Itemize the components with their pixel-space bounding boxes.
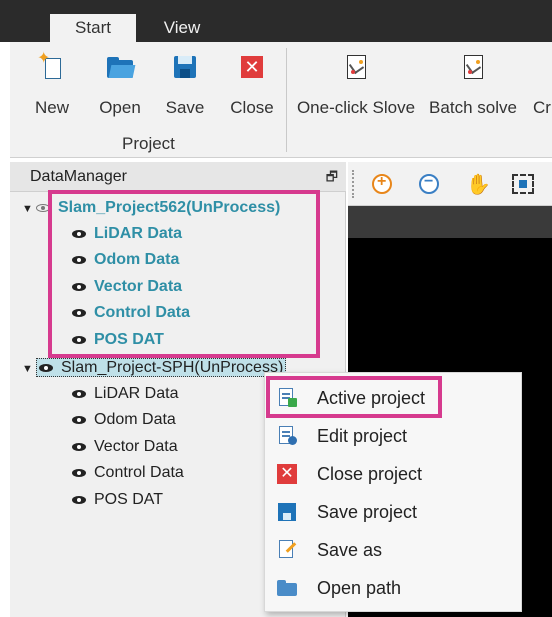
edit-project-icon bbox=[277, 426, 297, 446]
highlight-box-active-project bbox=[266, 376, 442, 418]
tree-item[interactable]: Vector Data bbox=[72, 435, 178, 459]
menu-item-save-as[interactable]: Save as bbox=[265, 531, 523, 569]
new-button[interactable]: ✦ New bbox=[32, 50, 72, 126]
panel-title: DataManager bbox=[30, 168, 127, 185]
open-path-icon bbox=[277, 578, 297, 598]
tree-item-label: Vector Data bbox=[94, 438, 178, 455]
menu-item-edit-project[interactable]: Edit project bbox=[265, 417, 523, 455]
save-button-label: Save bbox=[165, 98, 205, 117]
toolbar-grip[interactable] bbox=[352, 170, 354, 198]
open-folder-icon bbox=[107, 54, 136, 80]
menu-item-label: Save project bbox=[317, 502, 418, 522]
tree-item[interactable]: LiDAR Data bbox=[72, 382, 178, 406]
new-icon: ✦ bbox=[37, 50, 65, 80]
panel-header: DataManager 🗗 bbox=[10, 162, 346, 192]
save-button[interactable]: Save bbox=[164, 54, 206, 126]
zoom-out-icon[interactable] bbox=[419, 173, 439, 194]
visibility-eye-icon[interactable] bbox=[72, 415, 86, 424]
visibility-eye-icon[interactable] bbox=[72, 468, 86, 477]
partial-ribbon-button-label: Cr bbox=[533, 98, 551, 117]
one-click-solve-button[interactable]: One-click Slove bbox=[296, 54, 416, 126]
zoom-in-icon[interactable] bbox=[372, 173, 392, 194]
tree-item[interactable]: POS DAT bbox=[72, 488, 163, 512]
menu-item-close-project[interactable]: ✕ Close project bbox=[265, 455, 523, 493]
expand-arrow-icon[interactable]: ▼ bbox=[22, 357, 36, 381]
menu-item-label: Open path bbox=[317, 578, 402, 598]
close-button-label: Close bbox=[230, 98, 274, 117]
open-button-label: Open bbox=[99, 98, 141, 117]
one-click-solve-label: One-click Slove bbox=[296, 98, 416, 117]
save-as-icon bbox=[277, 540, 297, 560]
view-toolbar: ✋ bbox=[348, 162, 552, 206]
close-button[interactable]: ✕ Close bbox=[228, 54, 276, 126]
batch-solve-label: Batch solve bbox=[429, 98, 517, 117]
new-button-label: New bbox=[34, 98, 69, 117]
tree-item-label: POS DAT bbox=[94, 491, 164, 508]
project-2-label: Slam_Project-SPH(UnProcess) bbox=[61, 359, 284, 376]
menu-item-open-path[interactable]: Open path bbox=[265, 569, 523, 607]
tree-item-label: LiDAR Data bbox=[94, 385, 179, 402]
highlight-box-project-1 bbox=[48, 190, 320, 358]
expand-arrow-icon[interactable]: ▼ bbox=[22, 197, 36, 221]
visibility-eye-icon[interactable] bbox=[39, 363, 53, 372]
open-button[interactable]: Open bbox=[96, 54, 144, 126]
one-click-solve-icon bbox=[343, 54, 369, 80]
menu-item-label: Close project bbox=[317, 464, 423, 484]
batch-solve-button[interactable]: Batch solve bbox=[428, 54, 518, 126]
menu-item-label: Edit project bbox=[317, 426, 408, 446]
visibility-eye-icon[interactable] bbox=[72, 442, 86, 451]
tree-item[interactable]: Odom Data bbox=[72, 408, 176, 432]
partial-ribbon-button[interactable]: Cr bbox=[532, 54, 552, 126]
close-project-icon: ✕ bbox=[277, 464, 297, 484]
tree-item[interactable]: Control Data bbox=[72, 461, 184, 485]
save-project-icon bbox=[277, 502, 297, 522]
tree-item-label: Control Data bbox=[94, 464, 184, 481]
tree-item-label: Odom Data bbox=[94, 411, 176, 428]
restore-window-icon[interactable]: 🗗 bbox=[326, 168, 338, 190]
project-2-selection: Slam_Project-SPH(UnProcess) bbox=[36, 358, 287, 377]
save-icon bbox=[172, 54, 198, 80]
fit-view-icon[interactable] bbox=[512, 174, 534, 194]
menu-item-save-project[interactable]: Save project bbox=[265, 493, 523, 531]
visibility-eye-icon[interactable] bbox=[72, 389, 86, 398]
ribbon: ✦ New Open Save ✕ Close Project One-clic… bbox=[10, 42, 552, 158]
pan-hand-icon[interactable]: ✋ bbox=[466, 172, 491, 197]
ribbon-group-separator bbox=[286, 48, 287, 152]
visibility-eye-icon[interactable] bbox=[72, 495, 86, 504]
menu-item-label: Save as bbox=[317, 540, 383, 560]
batch-solve-icon bbox=[460, 54, 486, 80]
tree-project-2[interactable]: ▼ Slam_Project-SPH(UnProcess) bbox=[22, 356, 287, 381]
close-icon: ✕ bbox=[239, 54, 265, 80]
group-label-project: Project bbox=[122, 134, 175, 153]
tab-start[interactable]: Start bbox=[50, 14, 136, 42]
tab-view[interactable]: View bbox=[146, 14, 218, 42]
ribbon-tab-bar: Start View bbox=[0, 0, 552, 42]
